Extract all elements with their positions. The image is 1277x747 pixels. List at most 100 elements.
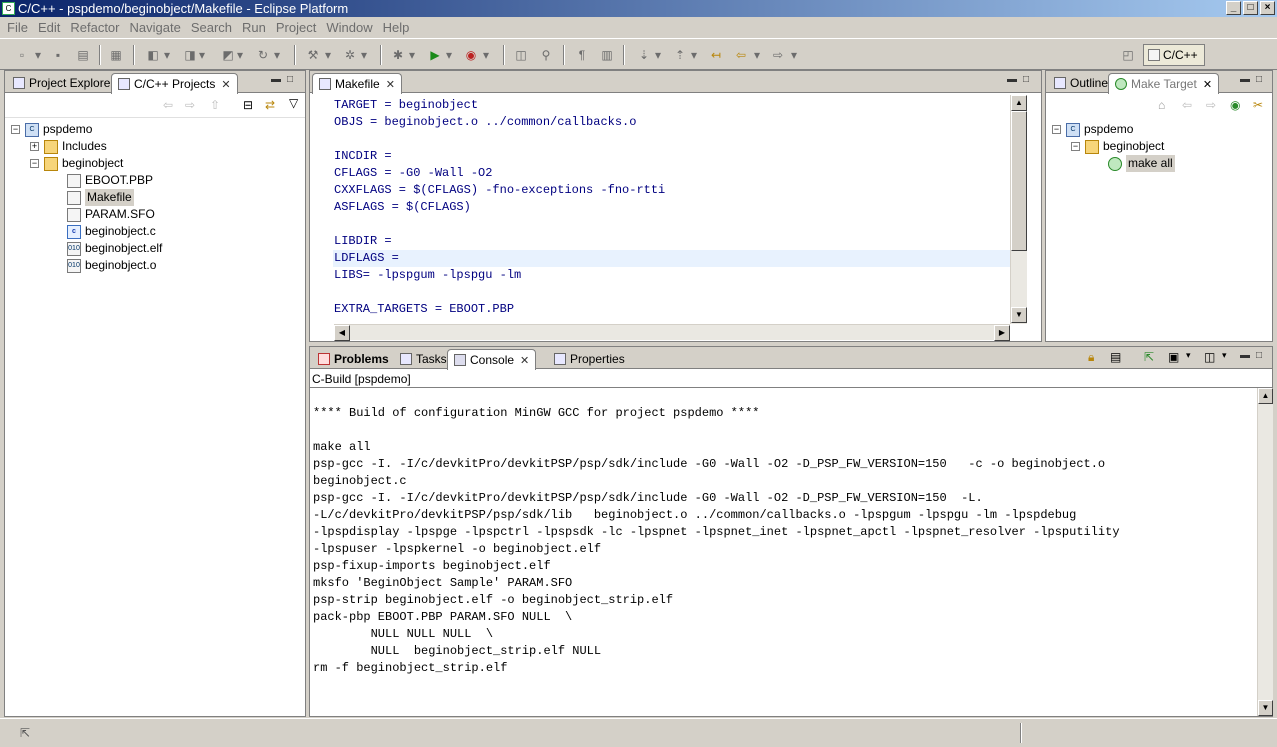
lock-icon[interactable]: 🔒︎ (1088, 350, 1094, 365)
settings-icon[interactable]: ✲ (342, 47, 358, 63)
collapse-icon[interactable]: − (30, 159, 39, 168)
collapse-icon[interactable]: − (11, 125, 20, 134)
scroll-up-icon[interactable]: ▲ (1258, 388, 1273, 404)
chevron-down-icon[interactable]: ▾ (753, 47, 761, 63)
menu-navigate[interactable]: Navigate (125, 20, 186, 35)
tree-item-makefile[interactable]: Makefile (67, 189, 134, 206)
chevron-down-icon[interactable]: ▾ (273, 47, 281, 63)
build-icon[interactable]: ⚒ (305, 47, 321, 63)
console-vertical-scrollbar[interactable]: ▲ ▼ (1257, 388, 1273, 716)
chevron-down-icon[interactable]: ▾ (34, 47, 42, 63)
tree-item-beginobject-elf[interactable]: 010 beginobject.elf (67, 240, 162, 257)
tree-item-make-all[interactable]: make all (1108, 155, 1175, 172)
minimize-maximize-icons[interactable]: ▬□ (1007, 74, 1035, 85)
binary-icon[interactable]: ▦ (108, 47, 124, 63)
chevron-down-icon[interactable]: ▾ (163, 47, 171, 63)
external-tools-icon[interactable]: ◉ (463, 47, 479, 63)
collapse-all-icon[interactable]: ⊟ (243, 98, 253, 112)
fast-view-icon[interactable]: ⇱ (20, 726, 30, 740)
scroll-down-icon[interactable]: ▼ (1258, 700, 1273, 716)
home-icon[interactable]: ⌂ (1158, 98, 1165, 112)
console-output[interactable]: **** Build of configuration MinGW GCC fo… (313, 388, 1257, 716)
chevron-down-icon[interactable]: ▾ (790, 47, 798, 63)
minimize-button[interactable]: _ (1226, 1, 1241, 15)
remove-target-icon[interactable]: ✂ (1253, 98, 1263, 112)
close-button[interactable]: × (1260, 1, 1275, 15)
close-icon[interactable]: ✕ (386, 78, 395, 91)
code-editor[interactable]: TARGET = beginobject OBJS = beginobject.… (334, 97, 1010, 325)
open-perspective-icon[interactable]: ◰ (1120, 47, 1136, 63)
close-icon[interactable]: ✕ (221, 78, 230, 91)
menu-file[interactable]: File (2, 20, 33, 35)
menu-project[interactable]: Project (271, 20, 321, 35)
tab-problems[interactable]: Problems (312, 349, 395, 369)
collapse-icon[interactable]: − (1071, 142, 1080, 151)
expand-icon[interactable]: + (30, 142, 39, 151)
last-edit-icon[interactable]: ↤ (708, 47, 724, 63)
chevron-down-icon[interactable]: ▾ (198, 47, 206, 63)
link-editor-icon[interactable]: ⇄ (265, 98, 275, 112)
menu-window[interactable]: Window (321, 20, 377, 35)
forward-icon[interactable]: ⇨ (770, 47, 786, 63)
search-icon[interactable]: ⚲ (538, 47, 554, 63)
scroll-down-icon[interactable]: ▼ (1011, 307, 1027, 323)
tab-tasks[interactable]: Tasks (394, 349, 453, 369)
view-menu-icon[interactable]: ▽ (289, 96, 298, 110)
minimize-maximize-icons[interactable]: ▬□ (1240, 350, 1268, 361)
debug-icon[interactable]: ✱ (390, 47, 406, 63)
next-annotation-icon[interactable]: ⇣ (636, 47, 652, 63)
tree-item-includes[interactable]: + Includes (30, 138, 107, 155)
back-icon[interactable]: ⇦ (1182, 98, 1192, 112)
tree-item-beginobject[interactable]: − beginobject (1071, 138, 1164, 155)
clear-console-icon[interactable]: ▤ (1110, 350, 1121, 364)
previous-annotation-icon[interactable]: ⇡ (672, 47, 688, 63)
tab-outline[interactable]: Outline (1048, 73, 1114, 93)
menu-help[interactable]: Help (378, 20, 415, 35)
chevron-down-icon[interactable]: ▾ (654, 47, 662, 63)
minimize-maximize-icons[interactable]: ▬□ (1240, 74, 1268, 85)
save-icon[interactable]: ▪ (50, 47, 66, 63)
chevron-down-icon[interactable]: ▾ (324, 47, 332, 63)
perspective-cpp-button[interactable]: C/C++ (1143, 44, 1205, 66)
refresh-icon[interactable]: ↻ (255, 47, 271, 63)
forward-icon[interactable]: ⇨ (1206, 98, 1216, 112)
chevron-down-icon[interactable]: ▾ (482, 47, 490, 63)
chevron-down-icon[interactable]: ▾ (690, 47, 698, 63)
tree-item-beginobject-o[interactable]: 010 beginobject.o (67, 257, 156, 274)
run-icon[interactable]: ▶ (427, 47, 443, 63)
chevron-down-icon[interactable]: ▾ (360, 47, 368, 63)
tab-properties[interactable]: Properties (548, 349, 631, 369)
tab-console[interactable]: Console ✕ (447, 349, 537, 370)
tree-item-param-sfo[interactable]: PARAM.SFO (67, 206, 155, 223)
tree-item-pspdemo[interactable]: − C pspdemo (1052, 121, 1133, 138)
chevron-down-icon[interactable]: ▾ (1222, 350, 1227, 361)
close-icon[interactable]: ✕ (1203, 78, 1212, 91)
tree-item-pspdemo[interactable]: − C pspdemo (11, 121, 92, 138)
new-folder-icon[interactable]: ◨ (182, 47, 198, 63)
scroll-right-icon[interactable]: ▶ (994, 325, 1010, 341)
tab-cpp-projects[interactable]: C/C++ Projects ✕ (111, 73, 238, 94)
menu-run[interactable]: Run (237, 20, 271, 35)
chevron-down-icon[interactable]: ▾ (408, 47, 416, 63)
back-icon[interactable]: ⇦ (163, 98, 173, 112)
open-type-icon[interactable]: ◫ (513, 47, 529, 63)
editor-horizontal-scrollbar[interactable]: ◀ ▶ (334, 324, 1010, 341)
tree-item-beginobject-c[interactable]: c beginobject.c (67, 223, 156, 240)
chevron-down-icon[interactable]: ▾ (236, 47, 244, 63)
chevron-down-icon[interactable]: ▾ (1186, 350, 1191, 361)
scroll-thumb[interactable] (1011, 111, 1027, 251)
tab-project-explorer[interactable]: Project Explorer (7, 73, 120, 93)
back-icon[interactable]: ⇦ (733, 47, 749, 63)
minimize-maximize-icons[interactable]: ▬□ (271, 74, 299, 85)
tab-make-target[interactable]: Make Target ✕ (1108, 73, 1220, 94)
tab-makefile[interactable]: Makefile ✕ (312, 73, 402, 94)
collapse-icon[interactable]: − (1052, 125, 1061, 134)
build-target-icon[interactable]: ◉ (1230, 98, 1240, 112)
new-class-icon[interactable]: ◩ (220, 47, 236, 63)
display-console-icon[interactable]: ▣ (1168, 350, 1179, 364)
open-console-icon[interactable]: ◫ (1204, 350, 1215, 364)
pin-console-icon[interactable]: ⇱ (1144, 350, 1154, 364)
new-cpp-project-icon[interactable]: ◧ (145, 47, 161, 63)
menu-edit[interactable]: Edit (33, 20, 65, 35)
menu-refactor[interactable]: Refactor (65, 20, 124, 35)
